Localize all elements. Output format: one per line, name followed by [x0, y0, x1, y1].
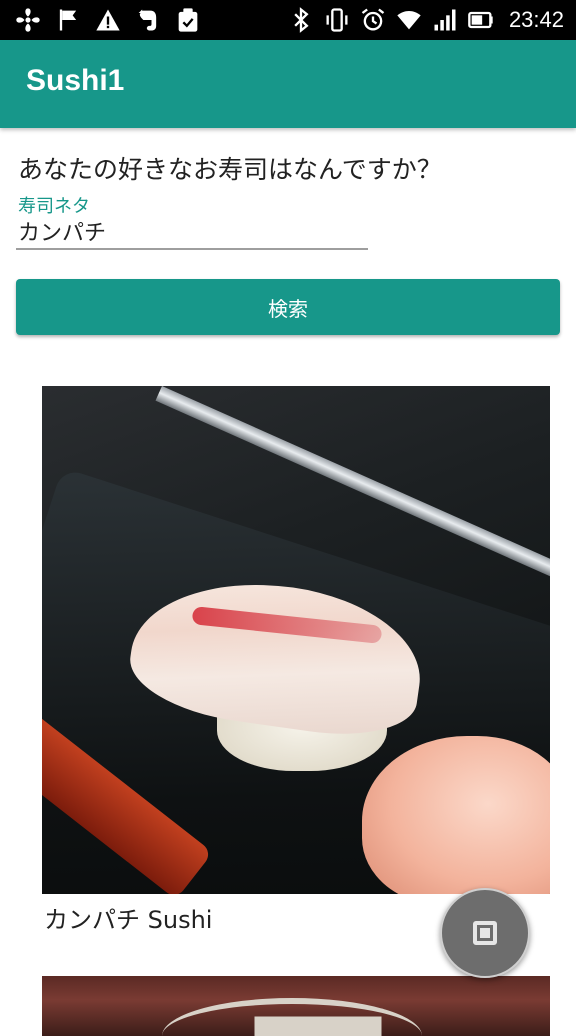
evernote-icon	[138, 9, 157, 31]
battery-icon	[468, 11, 493, 29]
notification-icons	[14, 6, 202, 34]
clipboard-check-icon	[178, 8, 198, 32]
signal-icon	[434, 9, 456, 31]
stop-icon	[473, 921, 497, 945]
wifi-icon	[397, 10, 421, 30]
clock-time: 23:42	[508, 7, 564, 32]
system-icons: 23:42	[287, 6, 564, 34]
alarm-icon	[361, 8, 385, 31]
app-bar: Sushi1	[0, 40, 576, 128]
sushi-photo-2	[42, 976, 550, 1036]
vibrate-icon	[326, 8, 348, 32]
app-title: Sushi1	[26, 64, 125, 97]
fan-icon	[16, 8, 40, 32]
sushi-photo	[42, 386, 550, 894]
status-bar: 23:42	[0, 0, 576, 40]
stop-button[interactable]	[440, 888, 530, 978]
search-button[interactable]: 検索	[16, 279, 560, 335]
plate-rim-shape	[162, 998, 422, 1036]
bluetooth-icon	[294, 7, 309, 33]
sushi-topping-input[interactable]	[16, 214, 368, 250]
question-text: あなたの好きなお寿司はなんですか？	[18, 155, 442, 184]
flag-icon	[59, 9, 77, 31]
warning-icon	[96, 9, 120, 31]
result-caption: カンパチ Sushi	[44, 906, 213, 934]
